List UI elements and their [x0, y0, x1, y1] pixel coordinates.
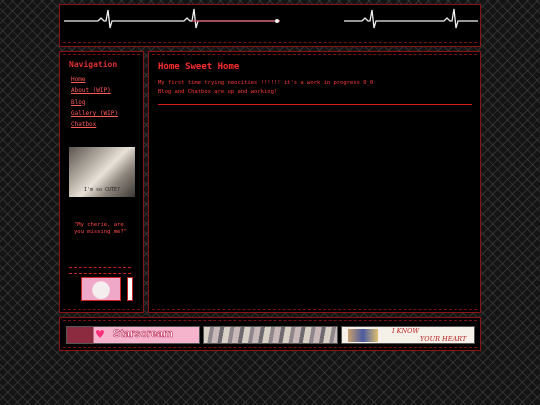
main-content: Home Sweet Home My first time trying neo… [148, 51, 481, 313]
footer: ♥ Starscream I KNOW YOUR HEART [59, 317, 481, 351]
stitch-border [152, 309, 477, 310]
intro-text: My first time trying neocities !!!!!! it… [158, 79, 373, 97]
pet-widget[interactable] [81, 277, 121, 301]
sidebar-quote: "My cherie, are you missing me?" [74, 222, 127, 235]
nav-title: Navigation [69, 60, 118, 69]
banner-starscream[interactable]: ♥ Starscream [66, 326, 200, 344]
stitch-border [152, 54, 477, 55]
nav-list: Home About (WIP) Blog Gallery (WIP) Chat… [71, 74, 118, 130]
divider [69, 273, 131, 274]
banner-text-line-2: YOUR HEART [420, 335, 467, 343]
divider [158, 104, 472, 105]
scrollbar[interactable] [127, 277, 133, 301]
site-header [59, 4, 481, 47]
banner-middle[interactable] [203, 326, 338, 344]
page-title: Home Sweet Home [158, 62, 240, 72]
sidebar-image-caption: I'm so CUTE? [83, 187, 121, 193]
stitch-border [63, 347, 477, 348]
nav-link-blog[interactable]: Blog [71, 99, 85, 106]
intro-line-2: Blog and Chatbox are up and working! [158, 89, 278, 95]
heartbeat-line-left [64, 8, 280, 29]
heart-icon: ♥ [95, 328, 105, 341]
nav-link-about[interactable]: About (WIP) [71, 87, 111, 94]
banner-figure [348, 329, 378, 342]
sidebar: Navigation Home About (WIP) Blog Gallery… [59, 51, 144, 313]
heartbeat-line-right [344, 8, 478, 29]
banner-starscream-text: Starscream [113, 328, 173, 341]
banner-text-line-1: I KNOW [392, 327, 420, 335]
nav-link-home[interactable]: Home [71, 76, 85, 83]
banner-i-know-your-heart[interactable]: I KNOW YOUR HEART [341, 326, 475, 344]
stitch-border [63, 42, 477, 43]
intro-line-1: My first time trying neocities !!!!!! it… [158, 80, 374, 86]
stitch-border [63, 54, 140, 55]
nav-link-gallery[interactable]: Gallery (WIP) [71, 110, 118, 117]
stitch-border [63, 309, 140, 310]
sidebar-image: I'm so CUTE? [69, 147, 135, 197]
nav-link-chatbox[interactable]: Chatbox [71, 121, 96, 128]
stitch-border [63, 320, 477, 321]
divider [69, 267, 131, 268]
